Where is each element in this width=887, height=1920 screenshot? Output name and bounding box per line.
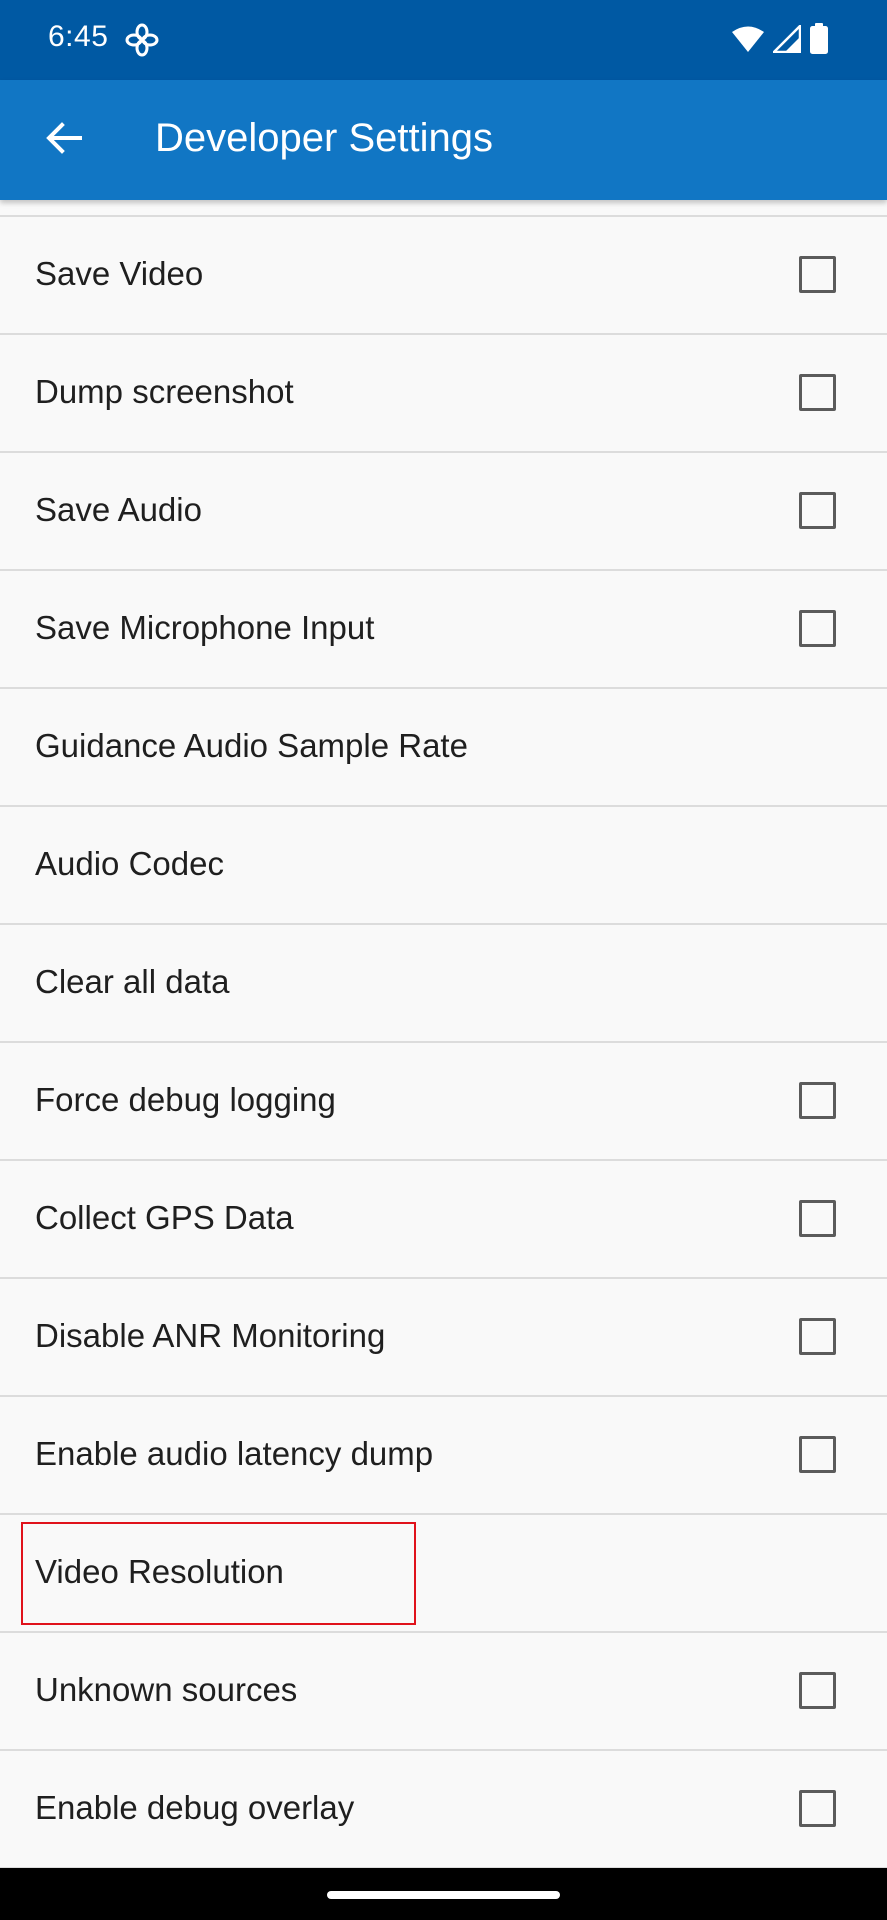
setting-unknown-sources[interactable]: Unknown sources (0, 1633, 887, 1751)
setting-dump-screenshot[interactable]: Dump screenshot (0, 335, 887, 453)
setting-label: Clear all data (35, 963, 230, 1000)
setting-clear-all-data[interactable]: Clear all data (0, 925, 887, 1043)
setting-video-resolution[interactable]: Video Resolution (0, 1515, 887, 1633)
status-icons (731, 22, 829, 59)
unknown-sources-checkbox[interactable] (799, 1672, 836, 1709)
collect-gps-data-checkbox[interactable] (799, 1200, 836, 1237)
home-gesture-handle[interactable] (327, 1891, 560, 1899)
setting-audio-codec[interactable]: Audio Codec (0, 807, 887, 925)
back-button[interactable] (32, 108, 96, 172)
setting-label: Dump screenshot (35, 373, 294, 410)
force-debug-logging-checkbox[interactable] (799, 1082, 836, 1119)
setting-label: Video Resolution (35, 1553, 284, 1590)
setting-label: Unknown sources (35, 1671, 298, 1708)
fan-icon (124, 22, 160, 58)
setting-label: Guidance Audio Sample Rate (35, 727, 468, 764)
setting-guidance-audio-sample-rate[interactable]: Guidance Audio Sample Rate (0, 689, 887, 807)
setting-label: Disable ANR Monitoring (35, 1317, 386, 1354)
status-time: 6:45 (48, 20, 109, 53)
setting-label: Enable debug overlay (35, 1789, 355, 1826)
setting-collect-gps-data[interactable]: Collect GPS Data (0, 1161, 887, 1279)
setting-enable-audio-latency-dump[interactable]: Enable audio latency dump (0, 1397, 887, 1515)
navigation-bar (0, 1868, 887, 1920)
signal-icon (770, 22, 802, 57)
save-video-checkbox[interactable] (799, 256, 836, 293)
setting-save-audio[interactable]: Save Audio (0, 453, 887, 571)
disable-anr-monitoring-checkbox[interactable] (799, 1318, 836, 1355)
page-title: Developer Settings (155, 116, 493, 160)
setting-label: Save Video (35, 255, 204, 292)
setting-label: Enable audio latency dump (35, 1435, 434, 1472)
save-microphone-input-checkbox[interactable] (799, 610, 836, 647)
wifi-icon (731, 25, 765, 57)
setting-enable-debug-overlay[interactable]: Enable debug overlay (0, 1751, 887, 1868)
enable-debug-overlay-checkbox[interactable] (799, 1790, 836, 1827)
battery-icon (809, 23, 829, 59)
app-bar: Developer Settings (0, 80, 887, 200)
enable-audio-latency-dump-checkbox[interactable] (799, 1436, 836, 1473)
save-audio-checkbox[interactable] (799, 492, 836, 529)
arrow-back-icon (44, 118, 84, 162)
setting-label: Save Microphone Input (35, 609, 375, 646)
setting-force-debug-logging[interactable]: Force debug logging (0, 1043, 887, 1161)
dump-screenshot-checkbox[interactable] (799, 374, 836, 411)
status-bar: 6:45 (0, 0, 887, 80)
setting-label: Audio Codec (35, 845, 224, 882)
setting-save-microphone-input[interactable]: Save Microphone Input (0, 571, 887, 689)
setting-label: Force debug logging (35, 1081, 336, 1118)
setting-label: Collect GPS Data (35, 1199, 294, 1236)
setting-label: Save Audio (35, 491, 202, 528)
setting-disable-anr-monitoring[interactable]: Disable ANR Monitoring (0, 1279, 887, 1397)
settings-list[interactable]: Save Video Dump screenshot Save Audio Sa… (0, 200, 887, 1868)
setting-save-video[interactable]: Save Video (0, 217, 887, 335)
